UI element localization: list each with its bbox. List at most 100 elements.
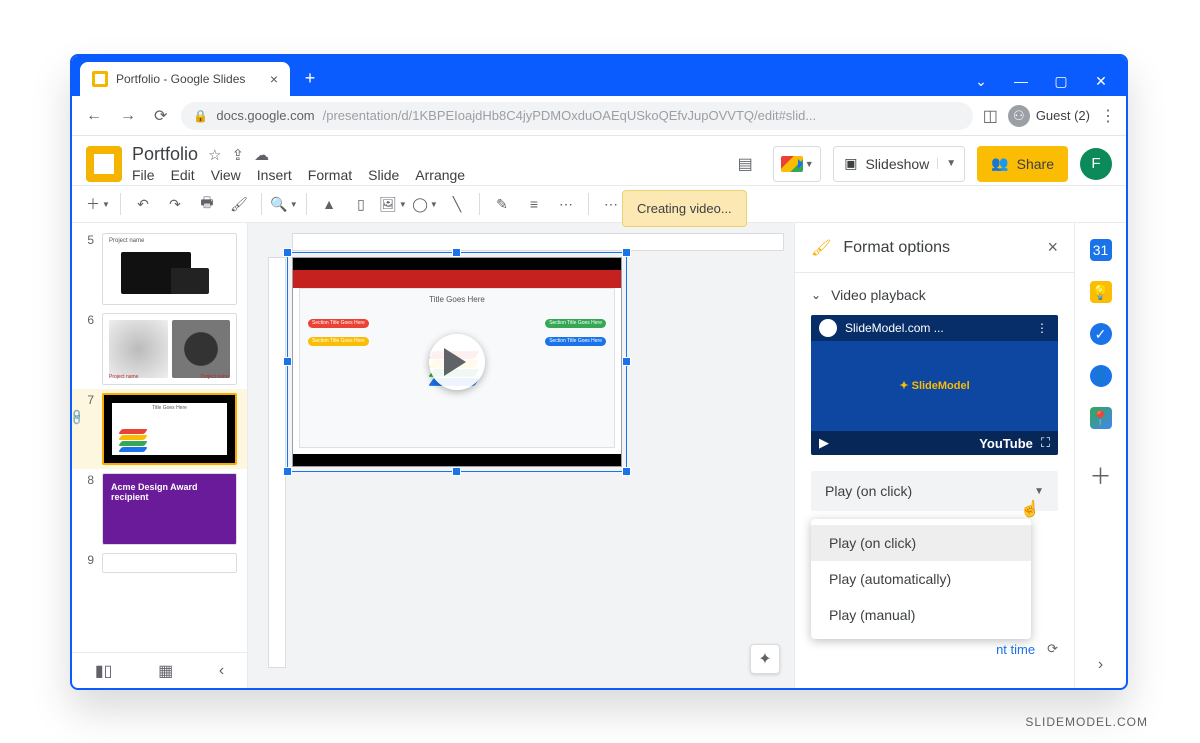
play-option-automatically[interactable]: Play (automatically) [811,561,1031,597]
border-weight-button[interactable]: ≡ [520,190,548,218]
watermark: SLIDEMODEL.COM [1025,715,1148,729]
nav-forward-icon[interactable]: → [116,103,140,129]
play-mode-select[interactable]: Play (on click) ▼ [811,471,1058,511]
play-option-on-click[interactable]: Play (on click) [811,525,1031,561]
new-slide-button[interactable]: ＋▼ [84,190,112,218]
present-icon: ▣ [844,155,857,172]
youtube-label[interactable]: YouTube [979,436,1033,451]
border-dash-button[interactable]: ⋯ [552,190,580,218]
ruler-horizontal [292,233,784,251]
menu-view[interactable]: View [211,167,241,183]
contacts-icon[interactable]: 👤 [1090,365,1112,387]
resize-handle[interactable] [283,357,292,366]
side-rail: 31 💡 ✓ 👤 📍 ＋ › [1074,223,1126,688]
section-label: Video playback [831,287,926,303]
refresh-icon[interactable]: ⟳ [1047,641,1058,657]
share-button[interactable]: 👥 Share [977,146,1068,182]
resize-handle[interactable] [283,248,292,257]
grid-view-icon[interactable]: ▦ [158,661,173,681]
video-preview[interactable]: SlideModel.com ... ⋮ ✦ SlideModel ▶ YouT… [811,315,1058,455]
comments-icon[interactable]: ▤ [729,148,761,180]
nav-back-icon[interactable]: ← [82,103,106,129]
menu-insert[interactable]: Insert [257,167,292,183]
move-icon[interactable]: ⇪ [232,146,245,164]
meet-icon [781,156,803,172]
browser-menu-icon[interactable]: ⋮ [1100,106,1116,126]
chevron-down-icon: ▼ [1034,486,1044,497]
resize-handle[interactable] [452,248,461,257]
keep-icon[interactable]: 💡 [1090,281,1112,303]
panel-close-icon[interactable]: × [1047,237,1058,258]
profile-chip[interactable]: ⚇ Guest (2) [1008,105,1090,127]
undo-button[interactable]: ↶ [129,190,157,218]
window-minimize-icon[interactable]: — [1014,74,1028,88]
browser-tab[interactable]: Portfolio - Google Slides × [80,62,290,96]
cloud-status-icon[interactable]: ☁ [254,146,269,164]
window-close-icon[interactable]: ✕ [1094,74,1108,88]
menu-edit[interactable]: Edit [171,167,195,183]
menu-format[interactable]: Format [308,167,352,183]
slide-thumbnail[interactable]: 9 [72,549,247,577]
slideshow-button[interactable]: ▣ Slideshow ▼ [833,146,965,182]
textbox-tool[interactable]: ▯ [347,190,375,218]
chevron-down-icon[interactable]: ▼ [937,158,956,169]
menu-arrange[interactable]: Arrange [415,167,465,183]
video-playback-section[interactable]: ⌄ Video playback [811,287,1058,303]
slides-logo-icon[interactable] [86,146,122,182]
slide-thumbnail[interactable]: 8 Acme Design Award recipient [72,469,247,549]
side-panel-icon[interactable]: ◫ [983,106,998,126]
resize-handle[interactable] [622,467,631,476]
slide-thumbnail[interactable]: 6 Project name Project name [72,309,247,389]
nav-reload-icon[interactable]: ⟳ [150,102,171,130]
filmstrip-view-icon[interactable]: ▮▯ [95,661,113,681]
chevron-down-icon[interactable]: ⌄ [974,74,988,88]
select-tool[interactable]: ▲ [315,190,343,218]
meet-button[interactable]: ▼ [773,146,821,182]
filmstrip-footer: ▮▯ ▦ ‹ [72,652,247,688]
zoom-button[interactable]: 🔍▼ [270,190,298,218]
collapse-filmstrip-icon[interactable]: ‹ [219,662,224,680]
play-option-manual[interactable]: Play (manual) [811,597,1031,633]
url-field[interactable]: 🔒 docs.google.com/presentation/d/1KBPEIo… [181,102,972,130]
maps-icon[interactable]: 📍 [1090,407,1112,429]
border-color-button[interactable]: ✎ [488,190,516,218]
redo-button[interactable]: ↷ [161,190,189,218]
resize-handle[interactable] [622,357,631,366]
hide-rail-icon[interactable]: › [1098,656,1103,674]
tab-close-icon[interactable]: × [270,71,278,87]
menu-slide[interactable]: Slide [368,167,399,183]
window-maximize-icon[interactable]: ▢ [1054,74,1068,88]
slide-canvas-area[interactable]: Title Goes Here Section Title Goes Here … [248,223,794,688]
slide-number: 5 [82,233,94,305]
shape-tool[interactable]: ◯▼ [411,190,439,218]
video-brand: ✦ SlideModel [899,379,969,392]
slide-thumbnail[interactable]: 5 Project name [72,229,247,309]
tasks-icon[interactable]: ✓ [1090,323,1112,345]
resize-handle[interactable] [283,467,292,476]
slides-favicon [92,71,108,87]
tab-title: Portfolio - Google Slides [116,72,245,86]
selected-video-object[interactable]: Title Goes Here Section Title Goes Here … [292,257,622,467]
addons-icon[interactable]: ＋ [1089,459,1111,491]
thumb-text: Acme Design Award recipient [103,474,236,544]
line-tool[interactable]: ╲ [443,190,471,218]
resize-handle[interactable] [622,248,631,257]
more-button[interactable]: ⋯ [597,190,625,218]
menubar: File Edit View Insert Format Slide Arran… [132,167,719,183]
paint-format-button[interactable]: 🖌 [225,190,253,218]
star-icon[interactable]: ☆ [208,146,221,164]
play-icon[interactable]: ▶ [819,435,829,451]
new-tab-button[interactable]: + [296,64,324,92]
document-title[interactable]: Portfolio [132,144,198,165]
account-avatar[interactable]: F [1080,148,1112,180]
image-tool[interactable]: 🖼▼ [379,190,407,218]
fullscreen-icon[interactable]: ⛶ [1041,435,1050,451]
print-button[interactable]: 🖶 [193,190,221,218]
menu-file[interactable]: File [132,167,155,183]
slide-number: 7 [82,393,94,465]
resize-handle[interactable] [452,467,461,476]
calendar-icon[interactable]: 31 [1090,239,1112,261]
slide-thumbnail[interactable]: 7 🔗 Title Goes Here [72,389,247,469]
format-options-icon: 🖌 [811,238,831,258]
explore-button[interactable]: ✦ [750,644,780,674]
